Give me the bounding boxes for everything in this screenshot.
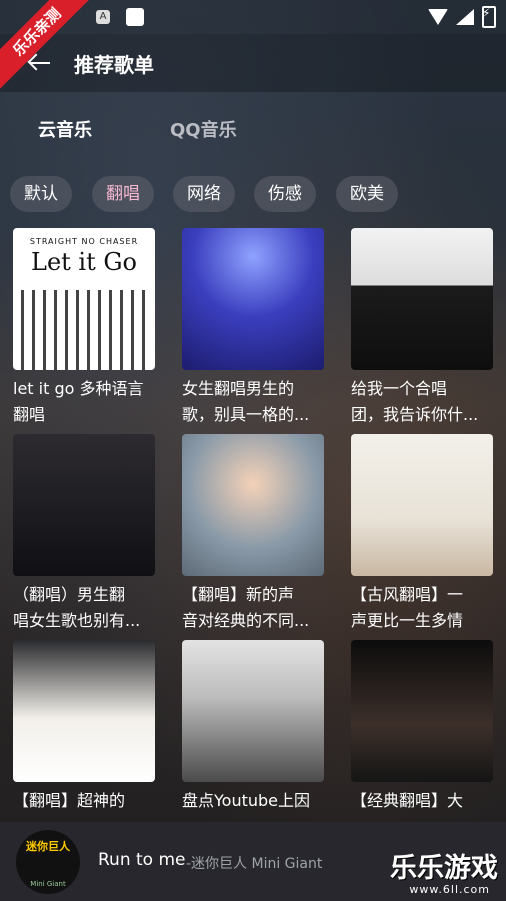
playlist-title-line1: 【经典翻唱】大: [351, 791, 464, 810]
microphones-image: [21, 290, 147, 370]
playlist-cover: [13, 640, 155, 782]
chip-network[interactable]: 网络: [173, 176, 235, 212]
playlist-title-line1: （翻唱）男生翻: [13, 585, 126, 604]
playlist-title: 给我一个合唱 团，我告诉你什...: [351, 376, 501, 428]
playlist-title: 【翻唱】超神的: [13, 788, 163, 814]
playlist-cover: [351, 228, 493, 370]
playlist-title-line2: 翻唱: [13, 405, 46, 424]
playlist-title-line1: 给我一个合唱: [351, 379, 448, 398]
playlist-title: （翻唱）男生翻 唱女生歌也别有...: [13, 582, 163, 634]
watermark-logo: 乐乐游戏: [390, 853, 498, 884]
playlist-title-line1: 【翻唱】超神的: [13, 791, 126, 810]
chip-sad[interactable]: 伤感: [254, 176, 316, 212]
page-title: 推荐歌单: [74, 53, 154, 77]
playlist-title-line1: 【翻唱】新的声: [182, 585, 295, 604]
playlist-card[interactable]: 盘点Youtube上因: [182, 640, 324, 830]
song-title: Run to me: [98, 850, 186, 870]
source-tabs: 云音乐 QQ音乐: [0, 112, 506, 146]
playlist-cover: [13, 434, 155, 576]
app-bar: 推荐歌单: [0, 34, 506, 92]
notification-square-icon: [126, 8, 144, 26]
tab-qq-music[interactable]: QQ音乐: [170, 116, 237, 142]
album-art[interactable]: 迷你巨人 Mini Giant: [16, 830, 80, 894]
playlist-title-line1: let it go 多种语言: [13, 379, 144, 398]
status-right-icons: [428, 6, 496, 28]
playlist-title: 女生翻唱男生的 歌，别具一格的...: [182, 376, 332, 428]
playlist-cover: [182, 228, 324, 370]
playlist-title: 【经典翻唱】大: [351, 788, 501, 814]
playlist-card[interactable]: 【经典翻唱】大: [351, 640, 493, 830]
playlist-title: let it go 多种语言 翻唱: [13, 376, 163, 428]
playlist-card[interactable]: 【古风翻唱】一 声更比一生多情: [351, 434, 493, 630]
signal-icon: [456, 9, 474, 25]
playlist-card[interactable]: 【翻唱】新的声 音对经典的不同...: [182, 434, 324, 630]
notification-a-icon: A: [96, 10, 110, 24]
playlist-title-line1: 女生翻唱男生的: [182, 379, 295, 398]
playlist-title: 【翻唱】新的声 音对经典的不同...: [182, 582, 332, 634]
chip-western[interactable]: 欧美: [336, 176, 398, 212]
playlist-title-line2: 声更比一生多情: [351, 611, 464, 630]
chip-default[interactable]: 默认: [10, 176, 72, 212]
album-art-label: 迷你巨人: [26, 840, 70, 853]
battery-icon: [482, 6, 496, 28]
cover-brand-text: STRAIGHT NO CHASER: [29, 237, 139, 246]
watermark-url: www.6ll.com: [409, 883, 490, 896]
playlist-card[interactable]: 给我一个合唱 团，我告诉你什...: [351, 228, 493, 424]
playlist-card[interactable]: STRAIGHT NO CHASER Let it Go let it go 多…: [13, 228, 155, 424]
playlist-cover: [351, 640, 493, 782]
playlist-title-line2: 音对经典的不同...: [182, 611, 310, 630]
playlist-cover: [182, 640, 324, 782]
playlist-title-line2: 团，我告诉你什...: [351, 405, 479, 424]
playlist-card[interactable]: （翻唱）男生翻 唱女生歌也别有...: [13, 434, 155, 630]
playlist-title: 【古风翻唱】一 声更比一生多情: [351, 582, 501, 634]
playlist-title-line1: 【古风翻唱】一: [351, 585, 464, 604]
playlist-title-line2: 唱女生歌也别有...: [13, 611, 141, 630]
tab-cloud-music[interactable]: 云音乐: [38, 116, 92, 142]
playlist-cover: STRAIGHT NO CHASER Let it Go: [13, 228, 155, 370]
album-art-sub: Mini Giant: [30, 880, 66, 888]
playlist-cover: [182, 434, 324, 576]
chip-cover[interactable]: 翻唱: [92, 176, 154, 212]
playlist-card[interactable]: 【翻唱】超神的: [13, 640, 155, 830]
song-artist: -迷你巨人 Mini Giant: [186, 856, 323, 872]
wifi-icon: [428, 9, 448, 25]
category-chips: 默认 翻唱 网络 伤感 欧美: [10, 176, 500, 214]
playlist-title-line1: 盘点Youtube上因: [182, 791, 310, 810]
playlist-title: 盘点Youtube上因: [182, 788, 332, 814]
playlist-card[interactable]: 女生翻唱男生的 歌，别具一格的...: [182, 228, 324, 424]
cover-script-text: Let it Go: [31, 248, 137, 276]
playlist-cover: [351, 434, 493, 576]
playlist-title-line2: 歌，别具一格的...: [182, 405, 310, 424]
